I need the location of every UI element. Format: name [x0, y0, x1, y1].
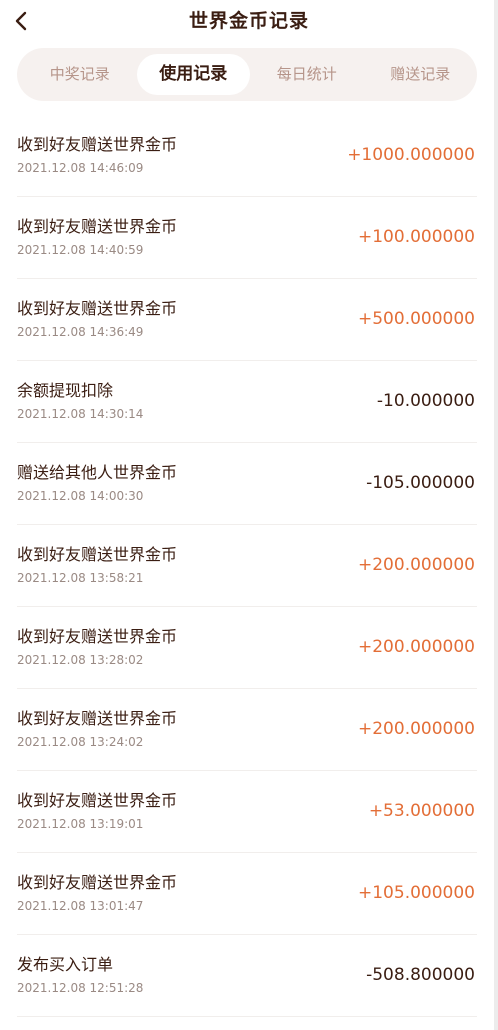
- record-timestamp: 2021.12.08 14:30:14: [17, 407, 144, 421]
- tab-gift-records[interactable]: 赠送记录: [364, 54, 478, 95]
- record-amount: +105.000000: [358, 883, 475, 903]
- page-title: 世界金币记录: [188, 10, 309, 32]
- record-amount: +100.000000: [358, 227, 475, 247]
- list-item[interactable]: 收到好友赠送世界金币 2021.12.08 13:28:02 +200.0000…: [17, 607, 477, 689]
- record-timestamp: 2021.12.08 13:58:21: [17, 571, 144, 585]
- record-timestamp: 2021.12.08 13:01:47: [17, 899, 144, 913]
- record-amount: +200.000000: [358, 719, 475, 739]
- tab-usage-records[interactable]: 使用记录: [136, 54, 250, 95]
- list-item[interactable]: 收到好友赠送世界金币 2021.12.08 13:24:02 +200.0000…: [17, 689, 477, 771]
- record-title: 收到好友赠送世界金币: [17, 627, 178, 646]
- record-timestamp: 2021.12.08 13:28:02: [17, 653, 144, 667]
- record-amount: +200.000000: [358, 555, 475, 575]
- list-item[interactable]: 余额提现扣除 2021.12.08 14:30:14 -10.000000: [17, 361, 477, 443]
- record-title: 收到好友赠送世界金币: [17, 709, 178, 728]
- list-item[interactable]: 收到好友赠送世界金币 2021.12.08 13:19:01 +53.00000…: [17, 771, 477, 853]
- record-title: 收到好友赠送世界金币: [17, 299, 178, 318]
- record-title: 收到好友赠送世界金币: [17, 791, 178, 810]
- record-timestamp: 2021.12.08 14:36:49: [17, 325, 144, 339]
- list-item[interactable]: 收到好友赠送世界金币 2021.12.08 13:01:47 +105.0000…: [17, 853, 477, 935]
- record-amount: +500.000000: [358, 309, 475, 329]
- record-timestamp: 2021.12.08 14:46:09: [17, 161, 144, 175]
- chevron-left-icon: [15, 11, 27, 31]
- list-item[interactable]: 发布买入订单 2021.12.08 12:51:28 -508.800000: [17, 935, 477, 1017]
- list-item[interactable]: 收到好友赠送世界金币 2021.12.08 14:40:59 +100.0000…: [17, 197, 477, 279]
- back-button[interactable]: [14, 0, 54, 42]
- record-title: 收到好友赠送世界金币: [17, 873, 178, 892]
- list-item[interactable]: 收到好友赠送世界金币 2021.12.08 13:58:21 +200.0000…: [17, 525, 477, 607]
- record-timestamp: 2021.12.08 14:40:59: [17, 243, 144, 257]
- tab-daily-stats[interactable]: 每日统计: [250, 54, 364, 95]
- list-item[interactable]: 收到好友赠送世界金币 2021.12.08 14:46:09 +1000.000…: [17, 115, 477, 197]
- record-title: 赠送给其他人世界金币: [17, 463, 178, 482]
- record-title: 收到好友赠送世界金币: [17, 217, 178, 236]
- record-amount: -10.000000: [376, 391, 475, 411]
- record-timestamp: 2021.12.08 14:00:30: [17, 489, 144, 503]
- record-amount: -508.800000: [366, 965, 475, 985]
- record-title: 余额提现扣除: [17, 381, 114, 400]
- record-timestamp: 2021.12.08 13:24:02: [17, 735, 144, 749]
- record-amount: +1000.000000: [347, 145, 475, 165]
- record-amount: -105.000000: [366, 473, 475, 493]
- record-list: 收到好友赠送世界金币 2021.12.08 14:46:09 +1000.000…: [0, 115, 494, 1017]
- record-amount: +53.000000: [368, 801, 475, 821]
- tab-winning-records[interactable]: 中奖记录: [23, 54, 137, 95]
- record-title: 收到好友赠送世界金币: [17, 545, 178, 564]
- coin-records-page: 世界金币记录 中奖记录 使用记录 每日统计 赠送记录 收到好友赠送世界金币 20…: [0, 0, 498, 1030]
- record-amount: +200.000000: [358, 637, 475, 657]
- record-timestamp: 2021.12.08 13:19:01: [17, 817, 144, 831]
- record-title: 发布买入订单: [17, 955, 114, 974]
- record-title: 收到好友赠送世界金币: [17, 135, 178, 154]
- list-item[interactable]: 收到好友赠送世界金币 2021.12.08 14:36:49 +500.0000…: [17, 279, 477, 361]
- list-item[interactable]: 赠送给其他人世界金币 2021.12.08 14:00:30 -105.0000…: [17, 443, 477, 525]
- record-timestamp: 2021.12.08 12:51:28: [17, 981, 144, 995]
- record-tabs: 中奖记录 使用记录 每日统计 赠送记录: [17, 48, 477, 101]
- nav-header: 世界金币记录: [0, 0, 498, 42]
